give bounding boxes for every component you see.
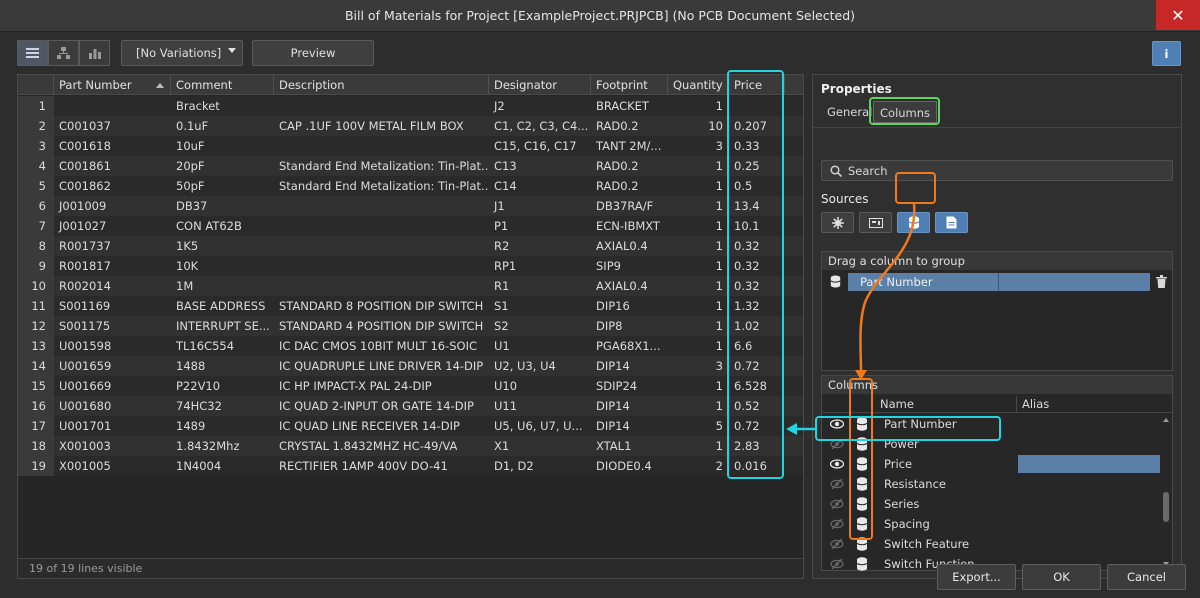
orange-arrow	[859, 203, 916, 373]
orange-arrowhead	[855, 370, 867, 380]
annotation-arrows	[786, 203, 916, 435]
cyan-arrowhead	[786, 423, 797, 435]
